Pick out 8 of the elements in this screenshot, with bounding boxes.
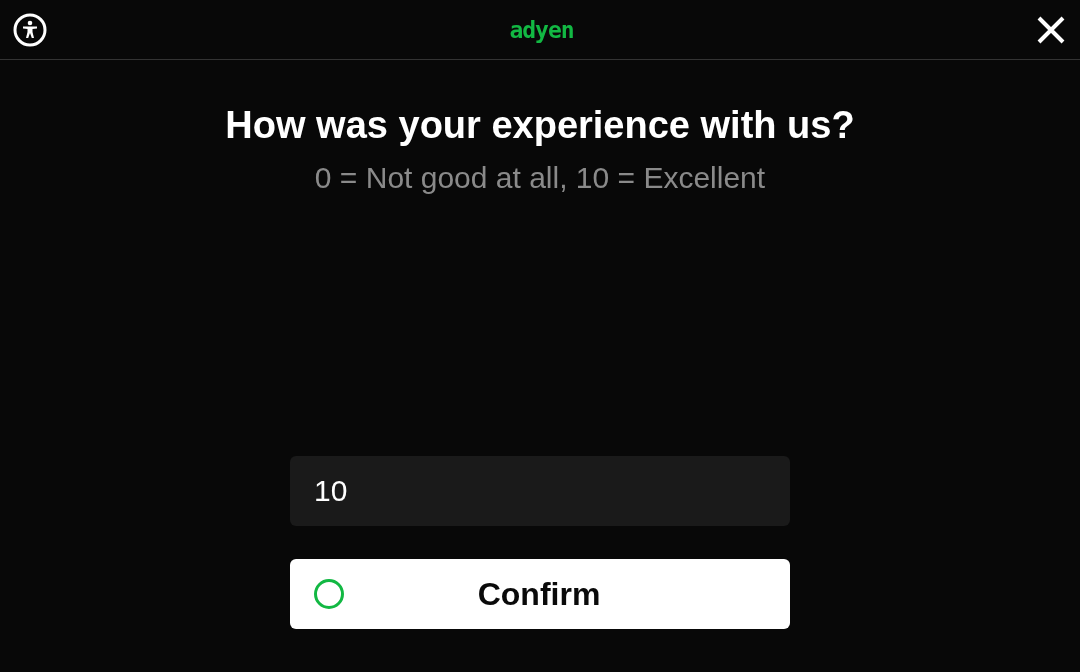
close-icon[interactable] (1036, 14, 1066, 45)
accessibility-icon[interactable] (13, 12, 47, 47)
confirm-button[interactable]: Confirm (290, 559, 790, 629)
score-field[interactable]: 10 (290, 456, 790, 526)
spinner-ring-icon (314, 579, 344, 609)
rating-hint: 0 = Not good at all, 10 = Excellent (314, 160, 766, 196)
question-title: How was your experience with us? (225, 103, 855, 148)
logo: adyen (509, 16, 574, 43)
